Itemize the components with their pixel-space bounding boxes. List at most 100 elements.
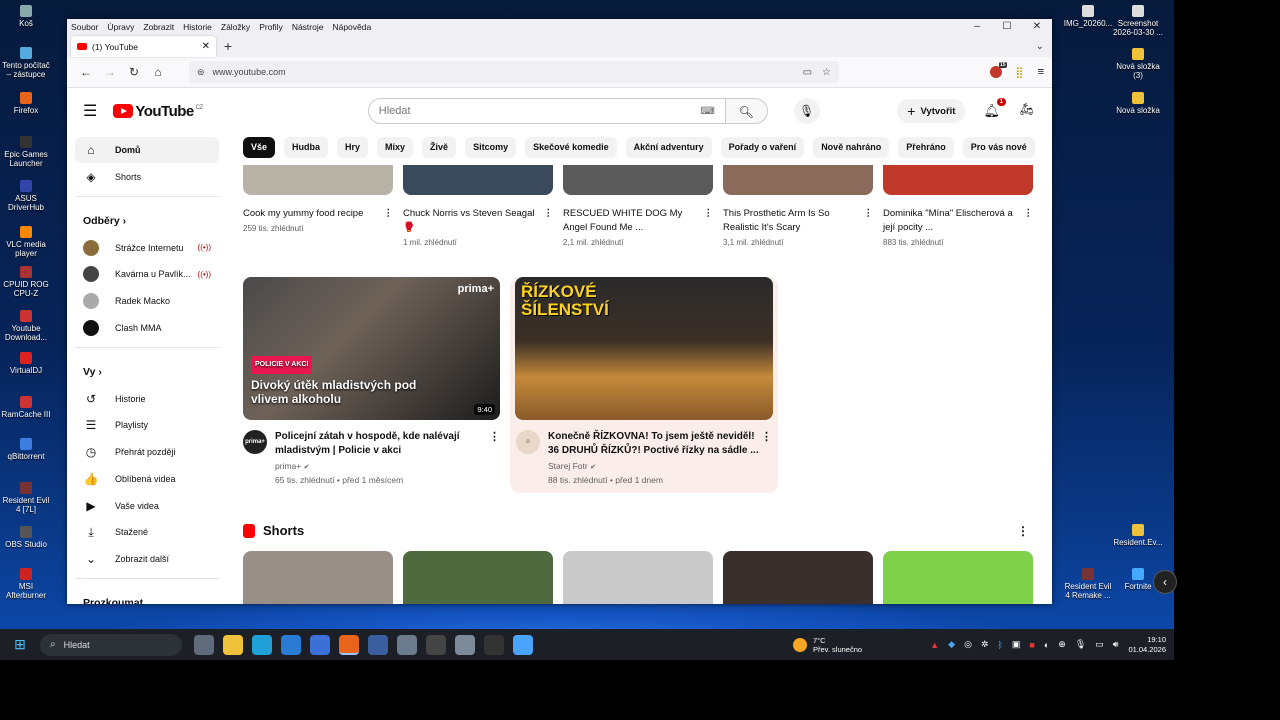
desktop-icon[interactable]: VLC media player — [0, 226, 52, 258]
tray-icon[interactable]: ◆ — [948, 639, 955, 650]
channel-name[interactable]: prima+ — [275, 461, 301, 471]
menu-view[interactable]: Zobrazit — [143, 22, 174, 32]
desktop-icon[interactable]: Epic Games Launcher — [0, 136, 52, 168]
sidebar-item-you[interactable]: ▶ Vaše videa — [75, 493, 219, 519]
video-title[interactable]: Konečně ŘÍZKOVNA! To jsem ještě neviděl!… — [548, 430, 761, 458]
desktop-icon[interactable]: CPUID ROG CPU-Z — [0, 266, 52, 298]
menu-edit[interactable]: Úpravy — [107, 22, 134, 32]
sidebar-item-subscription[interactable]: Radek Macko — [75, 288, 219, 314]
filter-chip[interactable]: Nově nahráno — [813, 137, 890, 158]
desktop-icon[interactable]: MSI Afterburner — [0, 568, 52, 600]
desktop-icon[interactable]: Nová složka (3) — [1112, 48, 1164, 80]
minimize-button[interactable]: – — [962, 19, 992, 34]
desktop-icon[interactable]: Tento počítač – zástupce — [0, 47, 52, 79]
tray-icon[interactable]: ◐ — [1044, 640, 1049, 650]
filter-chip[interactable]: Živě — [422, 137, 457, 158]
sidebar-item-you[interactable]: ⤓ Stažené — [75, 519, 219, 545]
video-card-rizky[interactable]: ŘÍZKOVÉ ŠÍLENSTVÍ ☺ Konečně ŘÍZKOVNA! To… — [510, 277, 778, 493]
weather-widget[interactable]: 7°C Přev. slunečno — [793, 636, 862, 654]
short-thumbnail[interactable] — [723, 551, 873, 604]
filter-chip[interactable]: Mixy — [377, 137, 414, 158]
reader-view-icon[interactable]: ▭ — [803, 67, 812, 78]
video-title[interactable]: Cook my yummy food recipe — [243, 207, 379, 221]
tray-icon[interactable]: ◎ — [964, 639, 972, 650]
app-menu-icon[interactable]: ≡ — [1038, 66, 1044, 78]
menu-tools[interactable]: Nástroje — [292, 22, 324, 32]
short-thumbnail[interactable] — [563, 551, 713, 604]
video-title[interactable]: This Prosthetic Arm Is So Realistic It's… — [723, 207, 859, 235]
desktop-icon[interactable]: ASUS DriverHub — [0, 180, 52, 212]
more-actions-icon[interactable]: ⋮ — [699, 207, 714, 235]
you-heading[interactable]: Vy › — [75, 354, 219, 386]
keyboard-icon[interactable]: ⌨ — [700, 106, 714, 117]
sidebar-item-subscription[interactable]: Kavárna u Pavlík... ((•)) — [75, 261, 219, 287]
network-icon[interactable]: ▭ — [1095, 639, 1104, 650]
sidebar-item-you[interactable]: ☰ Playlisty — [75, 412, 219, 438]
create-button[interactable]: + Vytvořit — [897, 99, 966, 123]
cpu-z-icon[interactable] — [455, 634, 475, 655]
afterburner-icon[interactable] — [484, 634, 504, 655]
subscriptions-heading[interactable]: Odběry › — [75, 203, 219, 235]
more-actions-icon[interactable]: ⋮ — [1019, 207, 1034, 235]
chevron-left-icon[interactable]: ‹ — [1153, 570, 1177, 594]
sidebar-item-you[interactable]: 👍 Oblíbená videa — [75, 466, 219, 492]
search-input[interactable]: Hledat ⌨ — [367, 98, 726, 124]
tray-icon[interactable]: ⊕ — [1058, 639, 1066, 650]
video-thumbnail[interactable] — [403, 165, 553, 195]
desktop-icon[interactable]: Firefox — [0, 92, 52, 115]
more-actions-icon[interactable]: ⋮ — [859, 207, 874, 235]
filter-chip[interactable]: Přehráno — [898, 137, 954, 158]
voice-search-button[interactable]: 🎙︎ — [793, 98, 820, 124]
edge-icon[interactable] — [252, 634, 272, 655]
microphone-icon[interactable]: 🎙︎ — [1075, 639, 1086, 650]
menu-history[interactable]: Historie — [183, 22, 212, 32]
channel-avatar[interactable]: ☺ — [516, 430, 540, 454]
sidebar-item-you[interactable]: ↺ Historie — [75, 386, 219, 412]
close-tab-icon[interactable]: ✕ — [202, 41, 210, 52]
video-card[interactable]: Chuck Norris vs Steven Seagal 🥊 ⋮ 1 mil. z… — [403, 165, 553, 247]
filter-chip[interactable]: Hry — [337, 137, 369, 158]
desktop-icon[interactable]: Screenshot 2026-03-30 ... — [1112, 5, 1164, 37]
short-thumbnail[interactable] — [403, 551, 553, 604]
tab-youtube[interactable]: (1) YouTube ✕ — [71, 36, 216, 57]
tray-icon[interactable]: ▣ — [1012, 639, 1021, 650]
desktop-icon[interactable]: Youtube Download... — [0, 310, 52, 342]
channel-name[interactable]: Starej Fotr — [548, 461, 588, 471]
menu-file[interactable]: Soubor — [71, 22, 98, 32]
reload-button[interactable]: ↻ — [123, 65, 145, 79]
site-info-icon[interactable]: ⊜ — [197, 67, 205, 78]
volume-icon[interactable]: 🔊︎ — [1113, 639, 1119, 650]
desktop-icon[interactable]: Resident Evil 4 [7L] — [0, 482, 52, 514]
epic-games-icon[interactable] — [426, 634, 446, 655]
app-icon[interactable] — [513, 634, 533, 655]
sidebar-item-you[interactable]: ◷ Přehrát později — [75, 439, 219, 465]
filter-chip[interactable]: Skečové komedie — [525, 137, 617, 158]
desktop-icon[interactable]: Resident Evil 4 Remake ... — [1062, 568, 1114, 600]
store-icon[interactable] — [281, 634, 301, 655]
desktop-icon[interactable]: Nová složka — [1112, 92, 1164, 115]
file-explorer-icon[interactable] — [223, 634, 243, 655]
filter-chip[interactable]: Hudba — [284, 137, 329, 158]
tray-icon[interactable]: ■ — [1029, 640, 1034, 650]
forward-button[interactable]: → — [99, 65, 121, 79]
sidebar-item-you[interactable]: ⌄ Zobrazit další — [75, 546, 219, 572]
video-thumbnail[interactable] — [563, 165, 713, 195]
tray-icon[interactable]: ✲ — [981, 639, 989, 650]
filter-chip[interactable]: Akční adventury — [625, 137, 712, 158]
video-thumbnail[interactable]: ŘÍZKOVÉ ŠÍLENSTVÍ — [515, 277, 773, 420]
extension-icon[interactable]: 15 — [989, 62, 1007, 78]
short-thumbnail[interactable] — [243, 551, 393, 604]
bookmark-star-icon[interactable]: ☆ — [822, 67, 831, 78]
desktop-icon[interactable]: OBS Studio — [0, 526, 52, 549]
filter-chip[interactable]: Pořady o vaření — [720, 137, 805, 158]
bluetooth-icon[interactable]: ᛒ — [997, 640, 1002, 650]
more-actions-icon[interactable]: ⋮ — [761, 430, 772, 485]
video-card-police[interactable]: prima+ POLICIE V AKCI Divoký útěk mladis… — [243, 277, 500, 493]
more-actions-icon[interactable]: ⋮ — [539, 207, 554, 235]
sidebar-item-subscription[interactable]: Clash MMA — [75, 315, 219, 341]
desktop-icon[interactable]: IMG_20260... — [1062, 5, 1114, 28]
clock[interactable]: 19:10 01.04.2026 — [1128, 635, 1166, 655]
filter-chip[interactable]: Sitcomy — [465, 137, 517, 158]
video-thumbnail[interactable] — [883, 165, 1033, 195]
settings-icon[interactable] — [397, 634, 417, 655]
